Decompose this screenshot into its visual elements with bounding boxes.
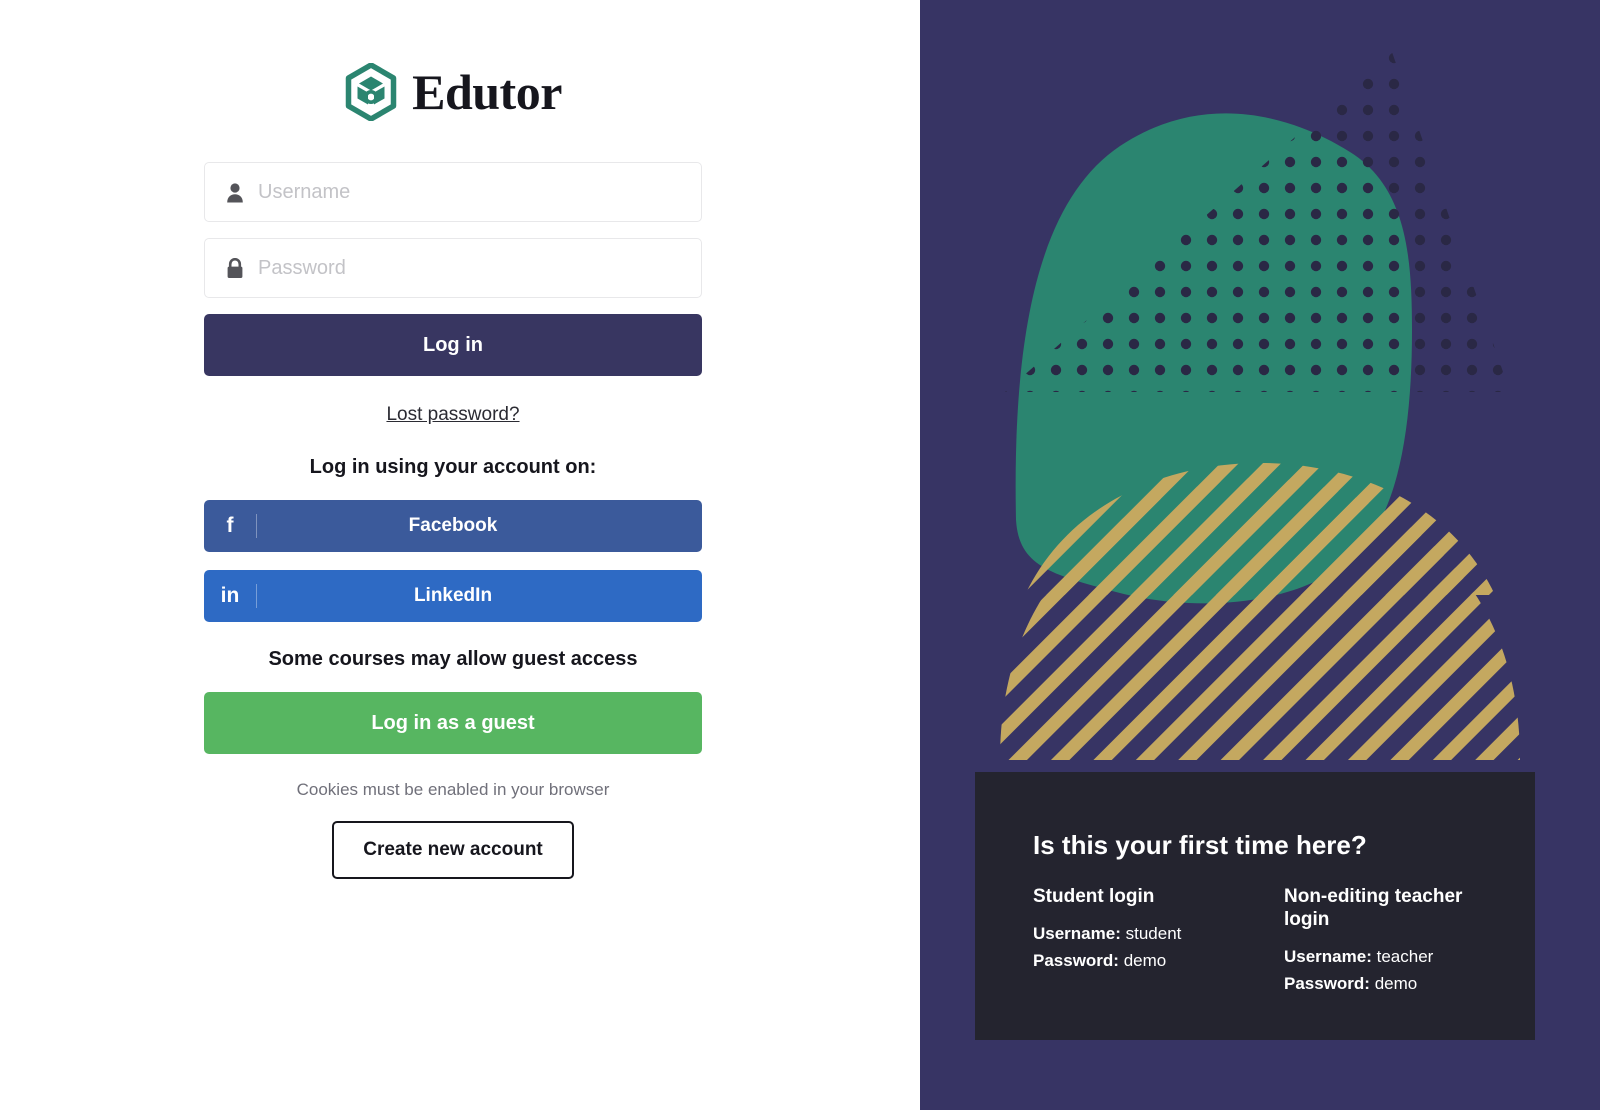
- lost-password-row: Lost password?: [204, 404, 702, 426]
- student-username-value: student: [1125, 924, 1182, 944]
- info-card-title: Is this your first time here?: [1033, 830, 1367, 860]
- student-login-title: Student login: [1033, 886, 1155, 907]
- teacher-login-title: Non-editing teacher login: [1284, 886, 1463, 931]
- student-username-label: Username:: [1033, 924, 1121, 944]
- login-column: Edutor Username Log in Lost password? Lo…: [204, 0, 702, 879]
- linkedin-login-button[interactable]: in LinkedIn: [204, 570, 702, 622]
- teacher-password-value: demo: [1374, 973, 1418, 993]
- username-input[interactable]: [258, 164, 701, 220]
- info-card-columns: Student login Username: student Password…: [1033, 885, 1477, 997]
- hexagon-cube-logo-icon: [345, 63, 397, 121]
- teacher-password-line: Password: demo: [1284, 971, 1477, 997]
- login-button[interactable]: Log in: [204, 314, 702, 376]
- social-login-heading: Log in using your account on:: [309, 456, 597, 478]
- brand-name: Edutor: [412, 64, 562, 120]
- linkedin-label: LinkedIn: [413, 585, 493, 606]
- linkedin-icon: in: [220, 584, 240, 607]
- first-time-info-card: Is this your first time here? Student lo…: [975, 772, 1535, 1040]
- teacher-username-label: Username:: [1284, 947, 1372, 967]
- user-icon: [224, 181, 246, 203]
- promo-panel: Is this your first time here? Student lo…: [920, 0, 1600, 1110]
- create-account-row: Create new account: [204, 821, 702, 879]
- student-password-line: Password: demo: [1033, 948, 1226, 974]
- login-panel: Edutor Username Log in Lost password? Lo…: [0, 0, 920, 1110]
- student-password-label: Password:: [1033, 950, 1119, 970]
- linkedin-divider: [256, 584, 257, 608]
- teacher-login-column: Non-editing teacher login Username: teac…: [1284, 885, 1477, 997]
- password-input[interactable]: [258, 240, 701, 296]
- guest-access-heading: Some courses may allow guest access: [268, 648, 638, 670]
- facebook-icon: f: [226, 514, 234, 537]
- create-new-account-button[interactable]: Create new account: [332, 821, 574, 879]
- student-login-column: Student login Username: student Password…: [1033, 885, 1226, 997]
- lock-icon: [224, 257, 246, 279]
- lost-password-link[interactable]: Lost password?: [386, 404, 519, 425]
- password-field[interactable]: [204, 238, 702, 298]
- teacher-password-label: Password:: [1284, 973, 1370, 993]
- login-page: Edutor Username Log in Lost password? Lo…: [0, 0, 1600, 1110]
- student-password-value: demo: [1123, 950, 1167, 970]
- brand-logo: Edutor: [204, 56, 702, 128]
- cookie-note: Cookies must be enabled in your browser: [296, 780, 610, 799]
- facebook-divider: [256, 514, 257, 538]
- username-field[interactable]: [204, 162, 702, 222]
- facebook-label: Facebook: [408, 515, 498, 536]
- guest-login-button[interactable]: Log in as a guest: [204, 692, 702, 754]
- student-username-line: Username: student: [1033, 921, 1226, 947]
- teacher-username-value: teacher: [1376, 947, 1434, 967]
- teacher-username-line: Username: teacher: [1284, 944, 1477, 970]
- facebook-login-button[interactable]: f Facebook: [204, 500, 702, 552]
